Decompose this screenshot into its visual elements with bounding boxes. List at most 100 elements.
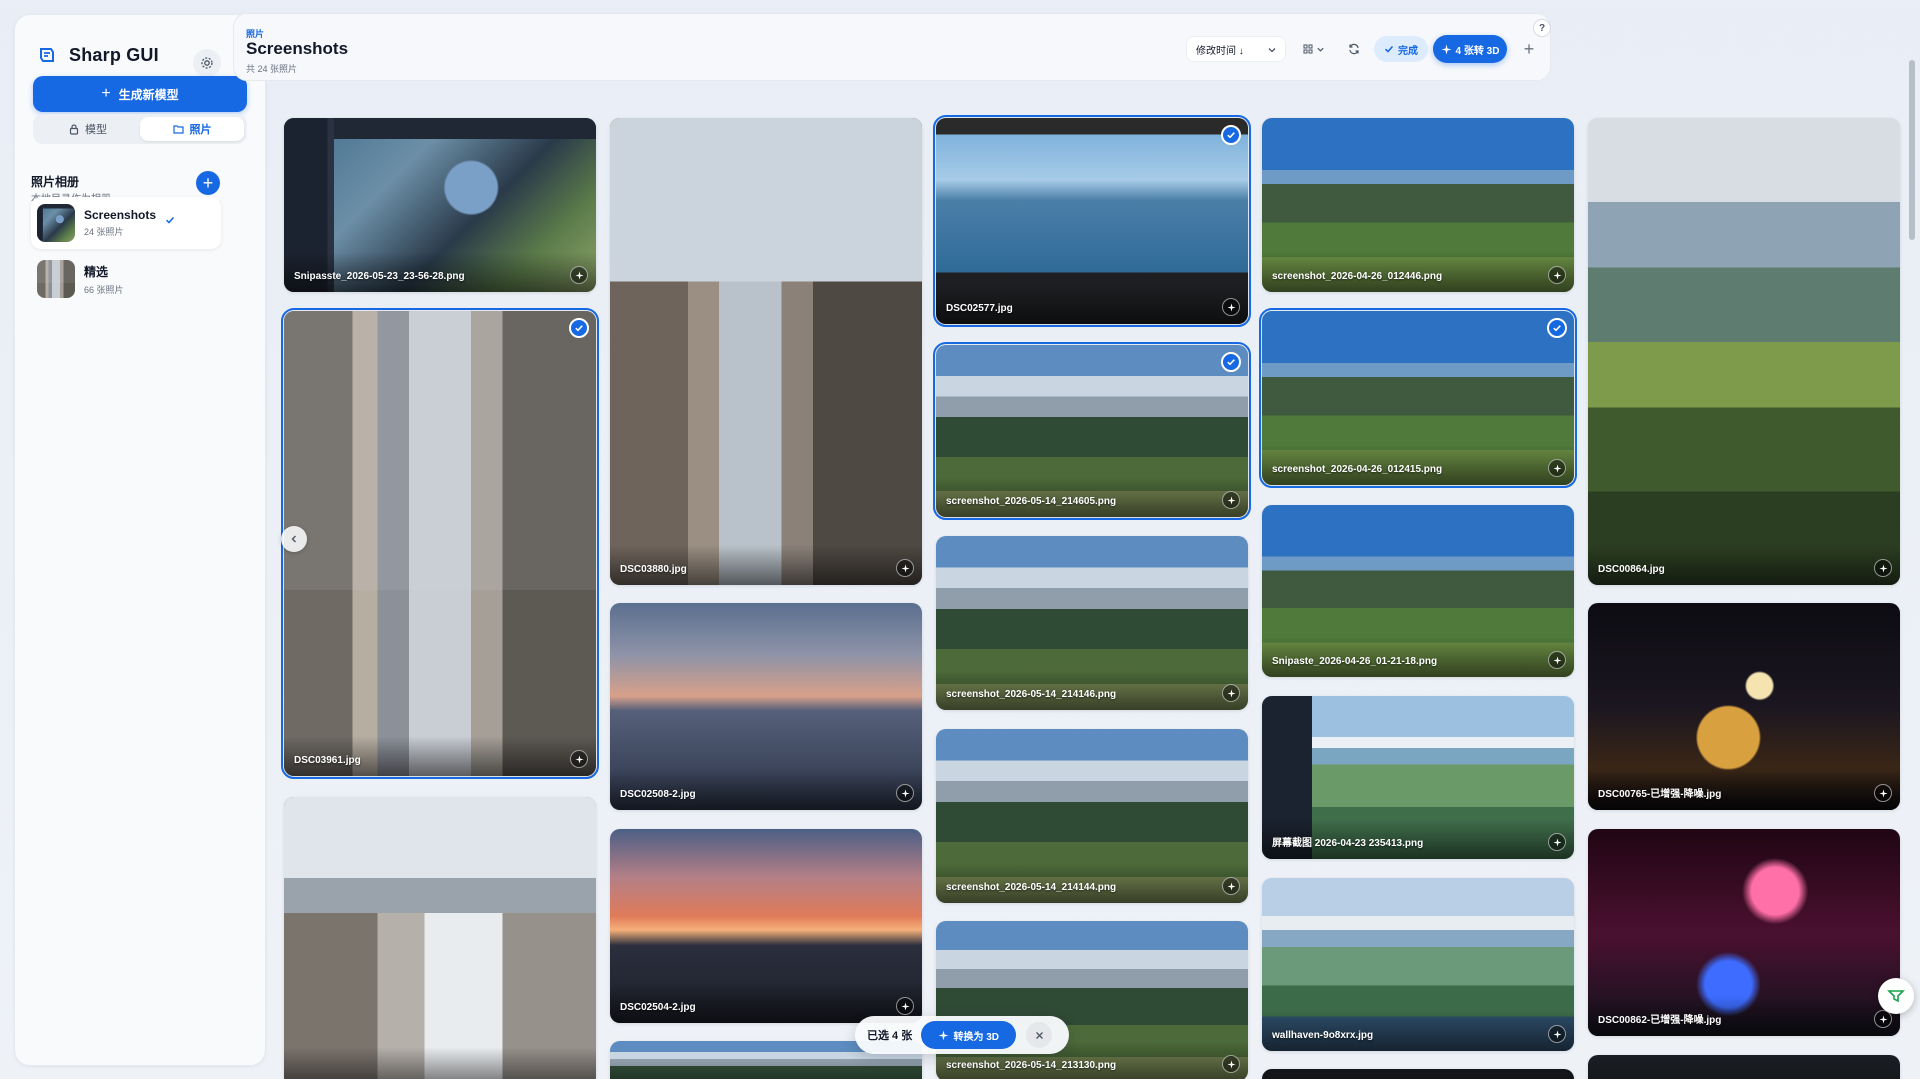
photo-card[interactable]: DSC00765-已增强-降噪.jpg — [1588, 603, 1900, 810]
mode-switch: 模型 照片 — [33, 114, 247, 144]
convert-3d-button[interactable] — [570, 266, 588, 284]
page-title: Screenshots — [246, 39, 349, 58]
tab-models-label: 模型 — [85, 124, 107, 136]
photo-image — [284, 797, 596, 1079]
clear-selection-button[interactable] — [1026, 1022, 1053, 1048]
bulk-action-bar: 已选 4 张 转换为 3D — [855, 1016, 1069, 1054]
help-icon: ? — [1538, 22, 1546, 34]
convert-3d-button[interactable] — [1548, 833, 1566, 851]
folder-icon — [172, 125, 184, 134]
assistant-button[interactable] — [1878, 978, 1914, 1014]
albums-title: 照片相册 — [31, 175, 80, 189]
close-icon — [1035, 1031, 1043, 1039]
plus-icon: + — [1523, 39, 1535, 59]
sparkle-icon — [1226, 881, 1236, 891]
add-button[interactable]: + — [1516, 36, 1542, 62]
assistant-icon — [1887, 990, 1905, 1003]
photo-card[interactable]: DSC03961.jpg — [281, 308, 599, 779]
sparkle-icon — [1226, 1059, 1236, 1069]
convert-3d-button[interactable] — [1548, 266, 1566, 284]
help-button[interactable]: ? — [1533, 19, 1551, 37]
view-toggle[interactable] — [1297, 36, 1331, 62]
photo-filename: screenshot_2026-05-14_214144.png — [946, 882, 1117, 893]
photo-card[interactable]: DSC00864.jpg — [1588, 118, 1900, 585]
selection-checkbox[interactable] — [1547, 318, 1567, 338]
convert-3d-button[interactable] — [1222, 491, 1240, 509]
photo-filename: wallhaven-9o8xrx.jpg — [1272, 1030, 1374, 1041]
photo-count: 共 24 张照片 — [246, 64, 298, 74]
selection-checkbox[interactable] — [569, 318, 589, 338]
photo-filename: Snipasste_2026-05-23_23-56-28.png — [294, 271, 465, 282]
photo-card[interactable]: DSC03880.jpg — [610, 118, 922, 585]
done-button[interactable]: 完成 — [1374, 36, 1428, 62]
selected-count: 已选 4 张 — [867, 1030, 913, 1042]
photo-filename: DSC02504-2.jpg — [620, 1002, 696, 1013]
photo-filename: DSC00862-已增强-降噪.jpg — [1598, 1015, 1722, 1026]
photo-card[interactable] — [1262, 1069, 1574, 1079]
photo-card[interactable]: DSC02504-2.jpg — [610, 829, 922, 1023]
convert-3d-button[interactable] — [1222, 684, 1240, 702]
selection-checkbox[interactable] — [1221, 352, 1241, 372]
photo-card[interactable]: screenshot_2026-04-26_012415.png — [1259, 308, 1577, 488]
sparkle-icon — [1226, 495, 1236, 505]
convert-3d-button[interactable] — [1874, 559, 1892, 577]
photo-filename: Snipaste_2026-04-26_01-21-18.png — [1272, 656, 1438, 667]
photo-card[interactable]: Snipaste_2026-04-26_01-21-18.png — [1262, 505, 1574, 677]
album-item-featured[interactable]: 精选 66 张照片 — [31, 253, 221, 305]
photo-filename: DSC00765-已增强-降噪.jpg — [1598, 789, 1722, 800]
bulk-convert-label: 转换为 3D — [953, 1031, 1000, 1043]
convert-3d-button[interactable] — [896, 784, 914, 802]
convert-3d-button[interactable] — [896, 559, 914, 577]
photo-card[interactable]: screenshot_2026-05-14_214144.png — [936, 729, 1248, 903]
sort-label: 修改时间 ↓ — [1196, 45, 1244, 57]
photo-card[interactable]: DSC00862-已增强-降噪.jpg — [1588, 829, 1900, 1036]
photo-card[interactable]: Snipasste_2026-05-23_23-56-28.png — [284, 118, 596, 292]
refresh-button[interactable] — [1341, 36, 1367, 62]
convert-3d-button[interactable] — [1222, 1055, 1240, 1073]
photo-card[interactable] — [284, 797, 596, 1079]
sparkle-icon — [574, 754, 584, 764]
selection-checkbox[interactable] — [1221, 125, 1241, 145]
add-album-button[interactable]: + — [196, 171, 220, 195]
convert-3d-button[interactable] — [1222, 298, 1240, 316]
album-item-screenshots[interactable]: Screenshots 24 张照片 — [31, 197, 221, 249]
create-model-button[interactable]: + 生成新模型 — [33, 76, 247, 112]
photo-card[interactable]: DSC02508-2.jpg — [610, 603, 922, 810]
photo-card[interactable]: 屏幕截图 2026-04-23 235413.png — [1262, 696, 1574, 859]
sparkle-icon — [900, 1001, 910, 1011]
page-header: 照片 Screenshots 共 24 张照片 修改时间 ↓ 完成 4 张转 3… — [233, 13, 1551, 81]
refresh-icon — [1349, 43, 1359, 55]
photo-card[interactable]: wallhaven-9o8xrx.jpg — [1262, 878, 1574, 1051]
photo-filename: DSC00864.jpg — [1598, 564, 1665, 575]
photo-card[interactable] — [1588, 1055, 1900, 1079]
album-count: 66 张照片 — [84, 284, 124, 295]
photo-image — [610, 118, 922, 585]
photo-card[interactable]: screenshot_2026-04-26_012446.png — [1262, 118, 1574, 292]
convert-3d-button[interactable] — [1874, 784, 1892, 802]
tab-models[interactable]: 模型 — [36, 117, 140, 141]
photo-filename: screenshot_2026-05-14_213130.png — [946, 1060, 1117, 1071]
sort-select[interactable]: 修改时间 ↓ — [1186, 36, 1286, 62]
scrollbar[interactable] — [1909, 60, 1915, 240]
convert-3d-button[interactable] — [1548, 459, 1566, 477]
tab-photos[interactable]: 照片 — [140, 117, 244, 141]
convert-selected-button[interactable]: 4 张转 3D — [1433, 35, 1507, 63]
album-info: Screenshots 24 张照片 — [84, 208, 156, 238]
convert-3d-button[interactable] — [896, 997, 914, 1015]
app-logo-icon — [40, 47, 54, 62]
convert-3d-button[interactable] — [570, 750, 588, 768]
convert-3d-button[interactable] — [1222, 877, 1240, 895]
convert-3d-button[interactable] — [1548, 1025, 1566, 1043]
photo-card[interactable]: screenshot_2026-05-14_214605.png — [933, 342, 1251, 520]
bulk-convert-button[interactable]: 转换为 3D — [921, 1021, 1017, 1049]
settings-button[interactable] — [193, 49, 221, 77]
photo-card[interactable]: screenshot_2026-05-14_214146.png — [936, 536, 1248, 710]
photo-overlay — [1262, 1069, 1574, 1079]
photo-card[interactable]: screenshot_2026-05-14_213130.png — [936, 921, 1248, 1079]
scroll-left-button[interactable] — [281, 526, 307, 552]
photo-filename: screenshot_2026-04-26_012446.png — [1272, 271, 1443, 282]
check-icon — [1384, 45, 1394, 53]
convert-3d-button[interactable] — [1548, 651, 1566, 669]
check-icon — [165, 216, 175, 224]
photo-card[interactable]: DSC02577.jpg — [933, 115, 1251, 327]
